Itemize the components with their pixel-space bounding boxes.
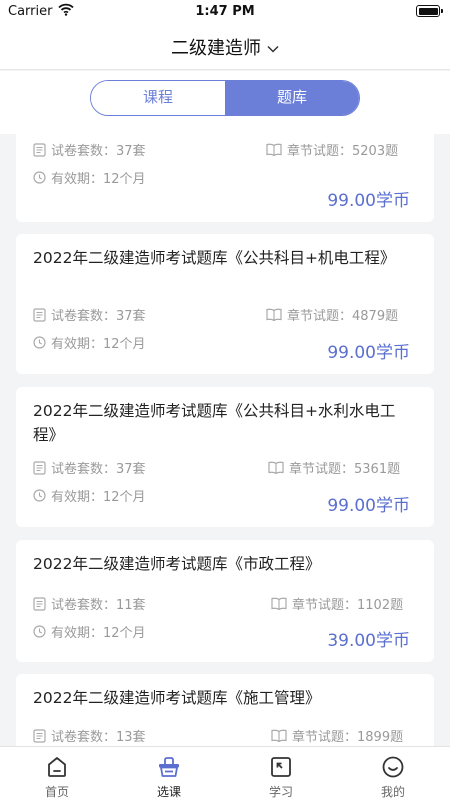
document-icon <box>33 307 46 322</box>
clock-icon <box>33 171 46 184</box>
price: 99.00学币 <box>327 343 410 363</box>
tab-home[interactable]: 首页 <box>1 747 113 800</box>
clock-icon <box>33 489 46 502</box>
profile-icon <box>382 756 404 778</box>
document-icon <box>33 460 46 475</box>
price: 99.00学币 <box>327 191 410 211</box>
segment-bar: 课程 题库 <box>0 71 450 134</box>
exam-selector[interactable]: 二级建造师 <box>0 34 450 60</box>
book-icon <box>271 729 287 742</box>
chapter-questions: 章节试题：1899题 <box>271 726 403 745</box>
book-icon <box>271 597 287 610</box>
bottom-tab-bar: 首页 选课 学习 我的 <box>0 746 450 800</box>
segment-control: 课程 题库 <box>90 80 360 116</box>
product-card[interactable]: 2022年二级建造师考试题库《公共科目+机电工程》 试卷套数：37套 章节试题：… <box>16 234 434 374</box>
tab-course-selection[interactable]: 选课 <box>113 747 225 800</box>
tab-question-bank[interactable]: 题库 <box>225 81 359 115</box>
paper-count: 试卷套数：13套 <box>33 726 146 745</box>
price: 99.00学币 <box>327 496 410 516</box>
home-icon <box>48 757 66 777</box>
study-icon <box>271 757 291 777</box>
chapter-questions: 章节试题：4879题 <box>266 305 398 324</box>
paper-count: 试卷套数：37套 <box>33 458 146 477</box>
product-title: 2022年二级建造师考试题库《施工管理》 <box>33 689 321 707</box>
document-icon <box>33 596 46 611</box>
status-time: 1:47 PM <box>195 4 255 19</box>
paper-count: 试卷套数：37套 <box>33 140 146 159</box>
product-list[interactable]: 试卷套数：37套 章节试题：5203题 有效期：12个月 99.00学币 202… <box>0 134 450 746</box>
validity: 有效期：12个月 <box>33 622 146 641</box>
document-icon <box>33 142 46 157</box>
validity: 有效期：12个月 <box>33 333 146 352</box>
paper-count: 试卷套数：11套 <box>33 594 146 613</box>
tab-study[interactable]: 学习 <box>225 747 337 800</box>
product-card[interactable]: 试卷套数：37套 章节试题：5203题 有效期：12个月 99.00学币 <box>16 134 434 222</box>
clock-icon <box>33 625 46 638</box>
product-title: 2022年二级建造师考试题库《市政工程》 <box>33 555 321 573</box>
product-title: 2022年二级建造师考试题库《公共科目+水利水电工程》 <box>33 402 396 444</box>
book-icon <box>266 143 282 156</box>
page-title: 二级建造师 <box>171 38 261 59</box>
product-card[interactable]: 2022年二级建造师考试题库《市政工程》 试卷套数：11套 章节试题：1102题… <box>16 540 434 662</box>
book-icon <box>268 461 284 474</box>
chapter-questions: 章节试题：5203题 <box>266 140 398 159</box>
clock-icon <box>33 336 46 349</box>
validity: 有效期：12个月 <box>33 168 146 187</box>
document-icon <box>33 728 46 743</box>
battery-icon <box>416 5 443 17</box>
book-icon <box>266 308 282 321</box>
chevron-down-icon <box>267 37 279 58</box>
chapter-questions: 章节试题：5361题 <box>268 458 400 477</box>
validity: 有效期：12个月 <box>33 486 146 505</box>
basket-icon <box>159 757 179 777</box>
product-card[interactable]: 2022年二级建造师考试题库《公共科目+水利水电工程》 试卷套数：37套 章节试… <box>16 387 434 527</box>
status-bar: Carrier 1:47 PM <box>0 0 450 24</box>
tab-courses[interactable]: 课程 <box>91 81 225 115</box>
price: 39.00学币 <box>327 631 410 651</box>
paper-count: 试卷套数：37套 <box>33 305 146 324</box>
chapter-questions: 章节试题：1102题 <box>271 594 403 613</box>
nav-bar: 二级建造师 <box>0 24 450 70</box>
product-title: 2022年二级建造师考试题库《公共科目+机电工程》 <box>33 249 396 267</box>
product-card[interactable]: 2022年二级建造师考试题库《施工管理》 试卷套数：13套 章节试题：1899题 <box>16 674 434 746</box>
tab-profile[interactable]: 我的 <box>337 747 449 800</box>
